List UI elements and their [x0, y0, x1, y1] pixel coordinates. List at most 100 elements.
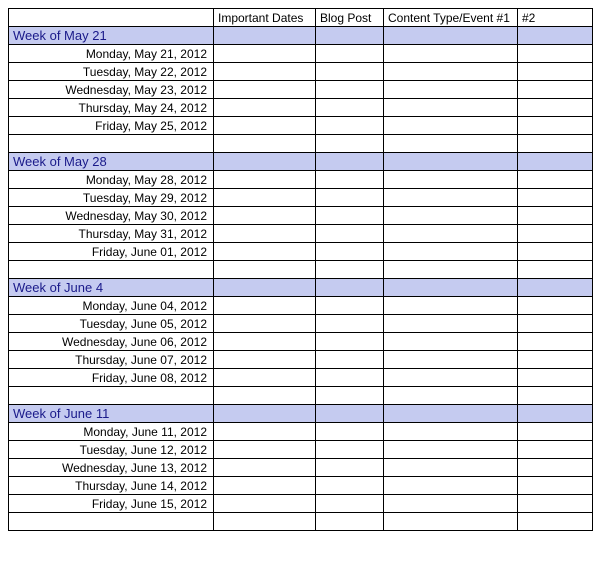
cell[interactable]: [518, 279, 593, 297]
cell[interactable]: [518, 387, 593, 405]
cell[interactable]: [384, 135, 518, 153]
cell[interactable]: [214, 333, 316, 351]
cell[interactable]: [214, 27, 316, 45]
cell[interactable]: [214, 135, 316, 153]
cell[interactable]: [384, 27, 518, 45]
cell[interactable]: [214, 81, 316, 99]
cell[interactable]: [214, 513, 316, 531]
cell[interactable]: [384, 495, 518, 513]
cell[interactable]: [384, 225, 518, 243]
cell[interactable]: [518, 441, 593, 459]
cell[interactable]: [518, 261, 593, 279]
cell[interactable]: [214, 351, 316, 369]
cell[interactable]: [316, 297, 384, 315]
cell[interactable]: [384, 207, 518, 225]
cell[interactable]: [316, 171, 384, 189]
cell[interactable]: [316, 189, 384, 207]
cell[interactable]: [384, 153, 518, 171]
cell[interactable]: [384, 117, 518, 135]
cell[interactable]: [9, 135, 214, 153]
cell[interactable]: [518, 171, 593, 189]
cell[interactable]: [214, 387, 316, 405]
cell[interactable]: [518, 243, 593, 261]
cell[interactable]: [518, 405, 593, 423]
cell[interactable]: [384, 333, 518, 351]
cell[interactable]: [9, 387, 214, 405]
cell[interactable]: [518, 27, 593, 45]
cell[interactable]: [518, 369, 593, 387]
cell[interactable]: [214, 99, 316, 117]
cell[interactable]: [518, 351, 593, 369]
cell[interactable]: [384, 513, 518, 531]
cell[interactable]: [214, 459, 316, 477]
cell[interactable]: [316, 423, 384, 441]
cell[interactable]: [316, 117, 384, 135]
cell[interactable]: [316, 207, 384, 225]
cell[interactable]: [9, 513, 214, 531]
cell[interactable]: [316, 333, 384, 351]
cell[interactable]: [518, 477, 593, 495]
cell[interactable]: [316, 261, 384, 279]
cell[interactable]: [384, 459, 518, 477]
cell[interactable]: [518, 423, 593, 441]
cell[interactable]: [384, 171, 518, 189]
cell[interactable]: [518, 117, 593, 135]
cell[interactable]: [518, 495, 593, 513]
cell[interactable]: [214, 117, 316, 135]
cell[interactable]: [384, 369, 518, 387]
cell[interactable]: [316, 99, 384, 117]
cell[interactable]: [384, 99, 518, 117]
cell[interactable]: [214, 297, 316, 315]
cell[interactable]: [518, 207, 593, 225]
cell[interactable]: [518, 99, 593, 117]
cell[interactable]: [316, 45, 384, 63]
cell[interactable]: [384, 441, 518, 459]
cell[interactable]: [518, 459, 593, 477]
cell[interactable]: [384, 477, 518, 495]
cell[interactable]: [214, 243, 316, 261]
cell[interactable]: [316, 387, 384, 405]
cell[interactable]: [214, 405, 316, 423]
cell[interactable]: [518, 135, 593, 153]
cell[interactable]: [384, 351, 518, 369]
cell[interactable]: [316, 513, 384, 531]
cell[interactable]: [214, 279, 316, 297]
cell[interactable]: [518, 315, 593, 333]
cell[interactable]: [316, 459, 384, 477]
cell[interactable]: [316, 369, 384, 387]
cell[interactable]: [9, 261, 214, 279]
cell[interactable]: [316, 243, 384, 261]
cell[interactable]: [316, 441, 384, 459]
cell[interactable]: [214, 45, 316, 63]
cell[interactable]: [214, 63, 316, 81]
cell[interactable]: [384, 405, 518, 423]
cell[interactable]: [384, 63, 518, 81]
cell[interactable]: [384, 243, 518, 261]
cell[interactable]: [316, 135, 384, 153]
cell[interactable]: [316, 495, 384, 513]
cell[interactable]: [316, 405, 384, 423]
cell[interactable]: [518, 189, 593, 207]
cell[interactable]: [214, 171, 316, 189]
cell[interactable]: [316, 153, 384, 171]
cell[interactable]: [518, 225, 593, 243]
cell[interactable]: [214, 441, 316, 459]
cell[interactable]: [214, 477, 316, 495]
cell[interactable]: [518, 333, 593, 351]
cell[interactable]: [384, 423, 518, 441]
cell[interactable]: [316, 477, 384, 495]
cell[interactable]: [316, 225, 384, 243]
cell[interactable]: [316, 351, 384, 369]
cell[interactable]: [384, 81, 518, 99]
cell[interactable]: [518, 81, 593, 99]
cell[interactable]: [316, 27, 384, 45]
cell[interactable]: [384, 189, 518, 207]
cell[interactable]: [518, 297, 593, 315]
cell[interactable]: [316, 81, 384, 99]
cell[interactable]: [518, 63, 593, 81]
cell[interactable]: [518, 153, 593, 171]
cell[interactable]: [214, 261, 316, 279]
cell[interactable]: [214, 369, 316, 387]
cell[interactable]: [384, 297, 518, 315]
cell[interactable]: [518, 513, 593, 531]
